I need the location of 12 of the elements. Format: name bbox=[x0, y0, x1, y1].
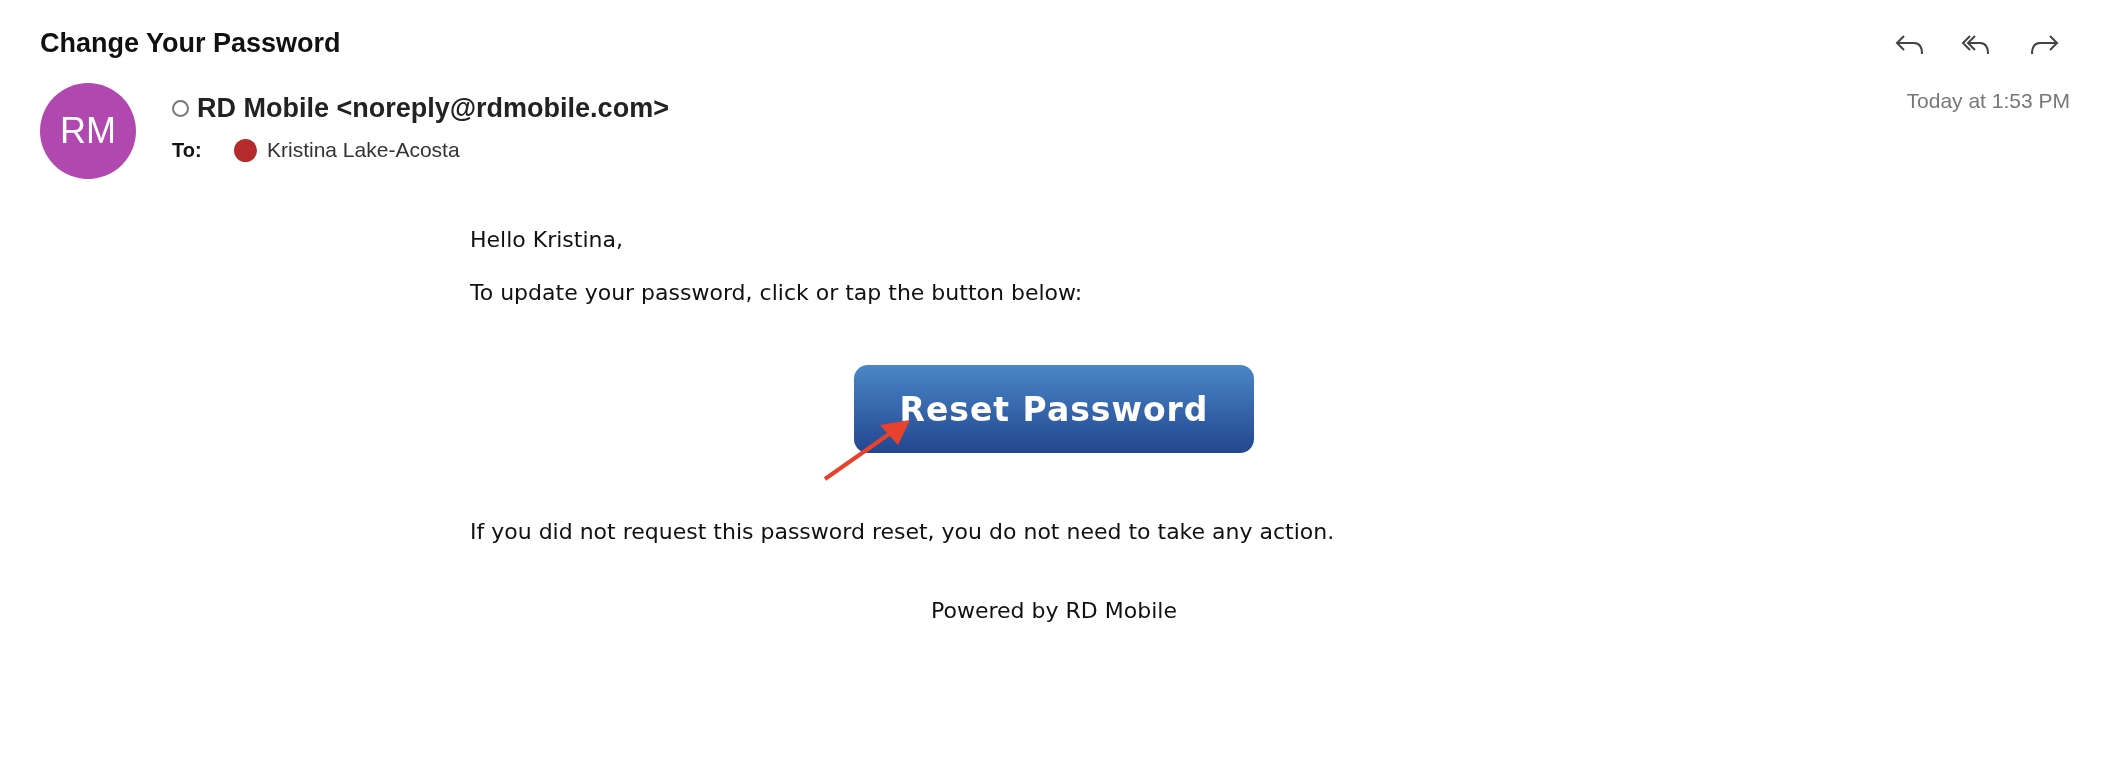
recipient-name[interactable]: Kristina Lake-Acosta bbox=[267, 138, 460, 162]
notice-text: If you did not request this password reset, you do not need to take any action. bbox=[470, 519, 1336, 544]
reset-password-button[interactable]: Reset Password bbox=[854, 365, 1254, 453]
sender-avatar: RM bbox=[40, 83, 136, 179]
to-label: To: bbox=[172, 138, 203, 162]
greeting-text: Hello Kristina, bbox=[470, 227, 624, 252]
status-ring-icon bbox=[172, 100, 189, 117]
footer-text: Powered by RD Mobile bbox=[930, 598, 1178, 623]
message-time: Today at 1:53 PM bbox=[1906, 89, 2070, 113]
email-subject: Change Your Password bbox=[40, 28, 341, 59]
sender-name: RD Mobile <noreply@rdmobile.com> bbox=[197, 93, 669, 124]
instruction-text: To update your password, click or tap the button below: bbox=[470, 280, 1084, 305]
